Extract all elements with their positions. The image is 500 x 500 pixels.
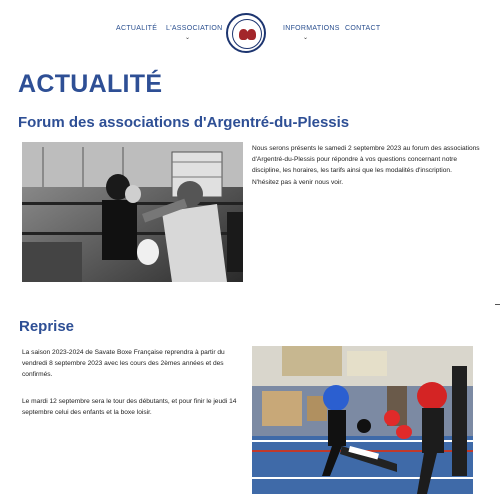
article-title: Reprise [19, 318, 75, 335]
club-logo[interactable] [226, 13, 266, 53]
nav-item-informations[interactable]: INFORMATIONS [283, 25, 340, 32]
nav-item-actualite[interactable]: ACTUALITÉ [116, 25, 157, 32]
kids-boxing-photo [252, 346, 473, 494]
article-paragraph: La saison 2023-2024 de Savate Boxe Franç… [22, 349, 225, 379]
boxing-training-photo [22, 142, 243, 282]
chevron-down-icon[interactable]: ⌄ [303, 34, 308, 41]
article-paragraph: Le mardi 12 septembre sera le tour des d… [22, 398, 237, 417]
article-title: Forum des associations d'Argentré-du-Ple… [18, 114, 350, 131]
boxing-glove-right-icon [247, 29, 256, 40]
chevron-down-icon[interactable]: ⌄ [185, 34, 190, 41]
page-title: ACTUALITÉ [18, 70, 163, 98]
nav-item-contact[interactable]: CONTACT [345, 25, 380, 32]
article-paragraph: Nous serons présents le samedi 2 septemb… [252, 145, 480, 186]
boxing-training-image [22, 142, 243, 282]
logo-inner-ring [232, 19, 262, 49]
nav-item-association[interactable]: L'ASSOCIATION [166, 25, 222, 32]
top-navigation: ACTUALITÉ L'ASSOCIATION ⌄ INFORMATIONS ⌄… [0, 0, 500, 60]
kids-boxing-image [252, 346, 473, 494]
scroll-indicator[interactable] [495, 304, 500, 305]
